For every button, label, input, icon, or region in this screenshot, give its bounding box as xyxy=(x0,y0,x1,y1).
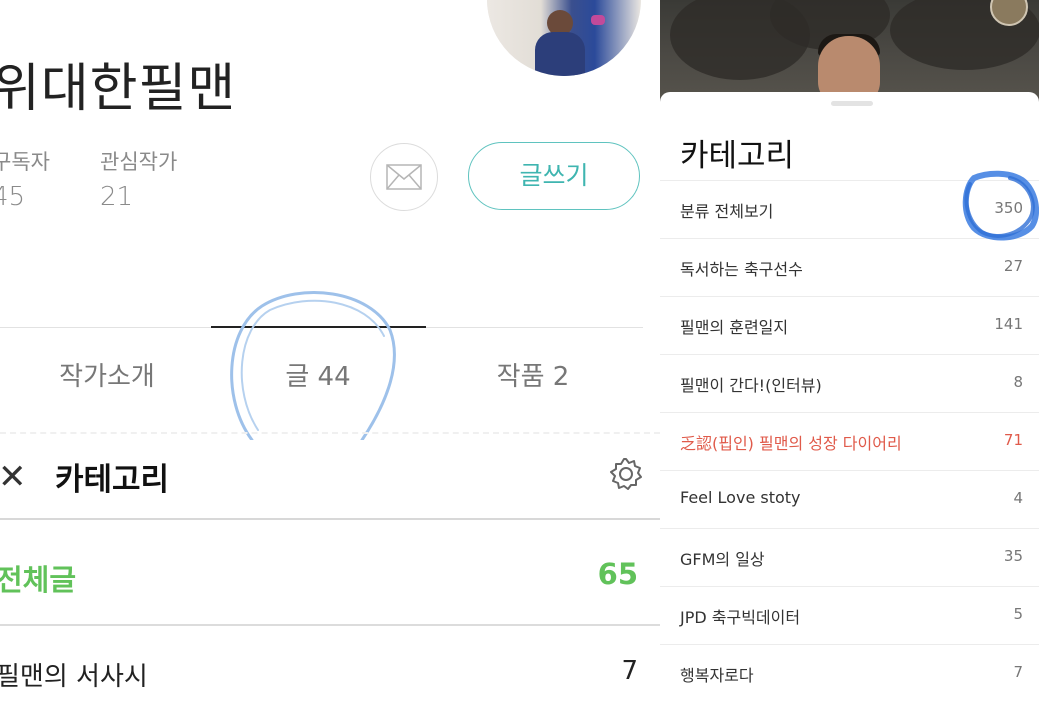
list-item[interactable]: JPD 축구빅데이터 5 xyxy=(660,586,1039,643)
list-item-count: 7 xyxy=(1013,663,1023,681)
list-item-count: 8 xyxy=(1013,373,1023,391)
category-all-count: 65 xyxy=(597,557,638,591)
list-item[interactable]: 필맨의 훈련일지 141 xyxy=(660,296,1039,353)
list-item-count: 5 xyxy=(1013,605,1023,623)
sheet-drag-handle[interactable] xyxy=(831,101,873,106)
row-divider xyxy=(0,624,660,626)
list-item[interactable]: 독서하는 축구선수 27 xyxy=(660,238,1039,295)
list-item-count: 27 xyxy=(1003,257,1023,275)
sheet-title: 카테고리 xyxy=(680,138,795,174)
category-sheet-screen: 카테고리 분류 전체보기 350 독서하는 축구선수 27 필맨의 훈련일지 1… xyxy=(660,0,1039,706)
list-item-label: 필맨이 간다!(인터뷰) xyxy=(680,376,822,395)
list-item[interactable]: GFM의 일상 35 xyxy=(660,528,1039,585)
list-item-label: 乏認(핍인) 필맨의 성장 다이어리 xyxy=(680,434,902,453)
hand-drawn-circle-annotation xyxy=(230,291,396,440)
list-item-label: Feel Love stoty xyxy=(680,488,801,507)
hand-drawn-scribble-annotation xyxy=(962,170,1039,241)
list-item[interactable]: 행복자로다 7 xyxy=(660,644,1039,701)
cover-photo xyxy=(660,0,1039,106)
list-item-label: GFM의 일상 xyxy=(680,550,765,569)
list-item-label: 행복자로다 xyxy=(680,666,754,685)
category-panel-title: 카테고리 xyxy=(55,462,170,498)
list-item-count: 71 xyxy=(1003,431,1023,449)
list-item-count: 141 xyxy=(994,315,1023,333)
gear-icon[interactable] xyxy=(608,456,644,496)
list-item-label: 필맨의 훈련일지 xyxy=(680,318,789,337)
category-item-label[interactable]: 필맨의 서사시 xyxy=(0,656,148,693)
screenshot-seam xyxy=(0,432,660,434)
category-item-count: 7 xyxy=(621,656,638,686)
list-item[interactable]: Feel Love stoty 4 xyxy=(660,470,1039,527)
header-divider xyxy=(0,518,660,520)
list-item-count: 4 xyxy=(1013,489,1023,507)
category-all-label[interactable]: 전체글 xyxy=(0,557,76,599)
list-item-label: JPD 축구빅데이터 xyxy=(680,608,801,627)
profile-panel: 위대한필맨 구독자 45 관심작가 21 글쓰기 작가소개 글 44 작품 2 … xyxy=(0,0,660,706)
list-item-label: 독서하는 축구선수 xyxy=(680,260,803,279)
close-icon[interactable]: ✕ xyxy=(0,460,27,494)
list-item[interactable]: 필맨이 간다!(인터뷰) 8 xyxy=(660,354,1039,411)
list-item-count: 35 xyxy=(1003,547,1023,565)
list-item-label: 분류 전체보기 xyxy=(680,202,774,221)
list-item-selected[interactable]: 乏認(핍인) 필맨의 성장 다이어리 71 xyxy=(660,412,1039,469)
